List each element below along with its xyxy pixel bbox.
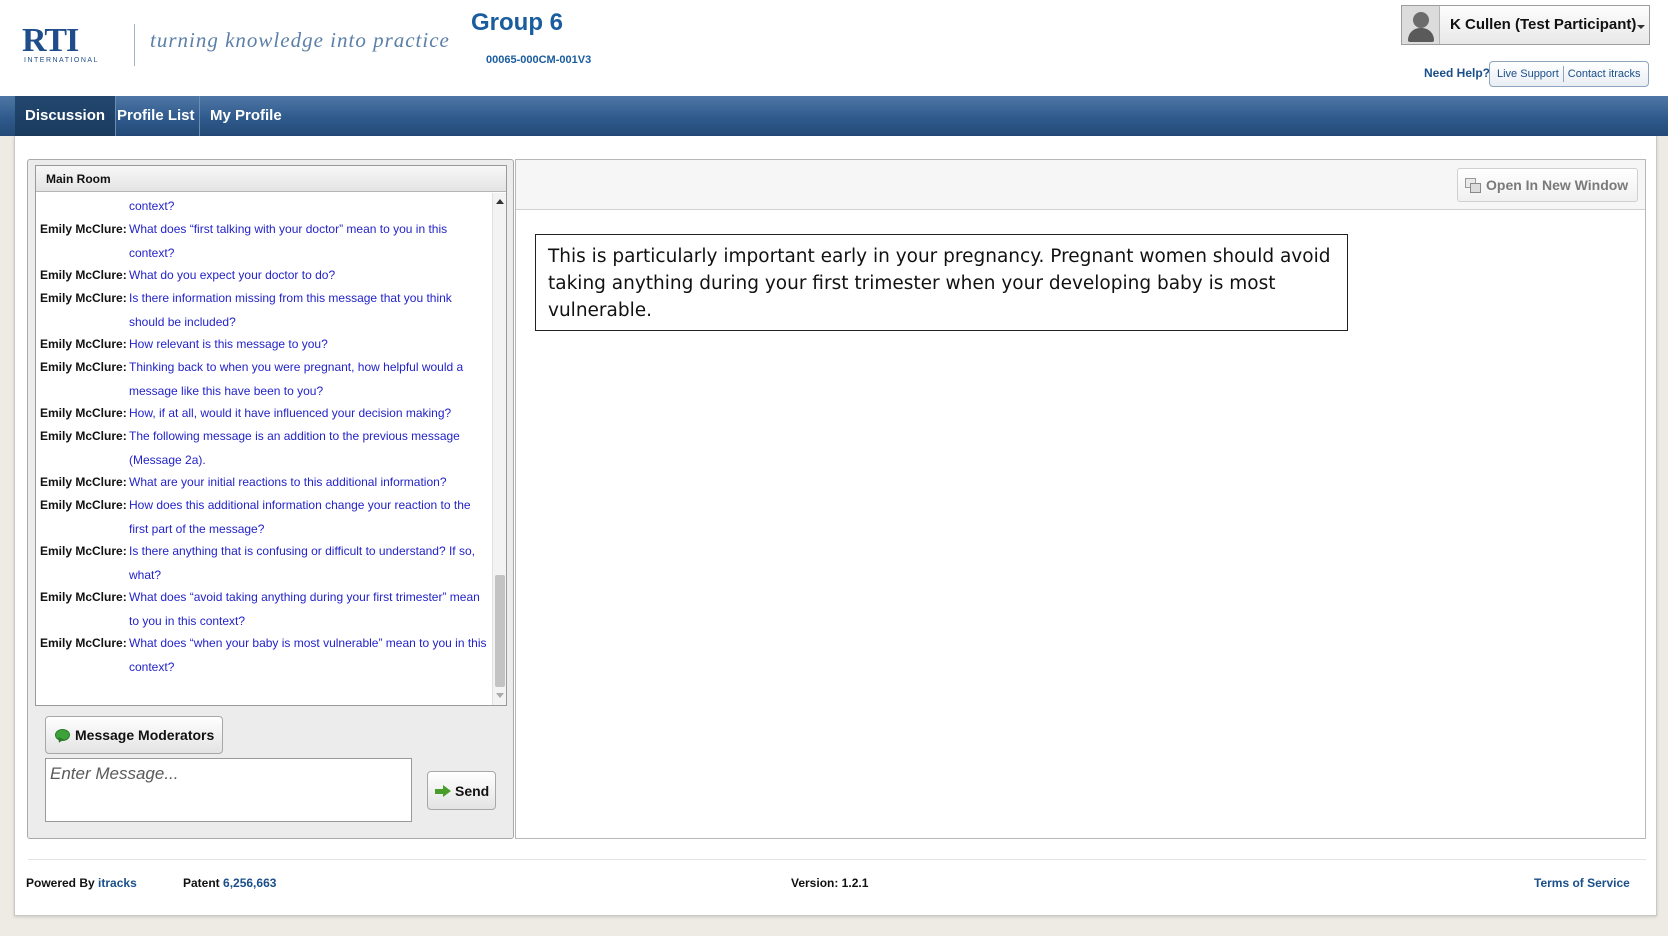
need-help-label: Need Help?: [1424, 66, 1491, 80]
user-name: K Cullen (Test Participant): [1450, 16, 1637, 33]
patent: Patent 6,256,663: [183, 876, 276, 890]
message-author: Emily McClure:: [40, 544, 127, 558]
itracks-link[interactable]: itracks: [98, 876, 137, 890]
message-text: What are your initial reactions to this …: [129, 475, 447, 489]
stimulus-message: This is particularly important early in …: [535, 234, 1348, 331]
open-in-new-window-label: Open In New Window: [1486, 177, 1629, 193]
page: RTI INTERNATIONAL turning knowledge into…: [0, 0, 1668, 936]
message-text: Is there information missing from this m…: [129, 291, 452, 329]
message-input[interactable]: [45, 758, 412, 822]
rti-logo[interactable]: RTI INTERNATIONAL: [22, 22, 120, 65]
scroll-thumb[interactable]: [495, 575, 505, 687]
logo-text: RTI: [22, 22, 79, 59]
footer-divider: [28, 859, 1646, 860]
help-links: Live Support Contact itracks: [1489, 61, 1649, 87]
room-title: Main Room: [46, 172, 111, 186]
message-text: Is there anything that is confusing or d…: [129, 544, 475, 582]
group-code: 00065-000CM-001V3: [486, 54, 592, 66]
message-author: Emily McClure:: [40, 291, 127, 305]
nav-bar: Discussion Profile List My Profile: [0, 96, 1668, 136]
message-author: Emily McClure:: [40, 498, 127, 512]
message-text: How, if at all, would it have influenced…: [129, 406, 452, 420]
tagline: turning knowledge into practice: [150, 28, 450, 52]
message-text: What does “first talking with your docto…: [129, 222, 448, 260]
message-text: How relevant is this message to you?: [129, 337, 328, 351]
avatar: [1402, 6, 1440, 44]
stimulus-panel: Open In New Window This is particularly …: [515, 159, 1646, 839]
patent-label: Patent: [183, 876, 220, 890]
message-moderators-label: Message Moderators: [75, 727, 215, 743]
tab-profile-list[interactable]: Profile List: [107, 96, 205, 136]
contact-itracks-link[interactable]: Contact itracks: [1565, 68, 1644, 80]
arrow-right-icon: [435, 785, 451, 797]
tab-discussion[interactable]: Discussion: [15, 96, 117, 136]
message-author: Emily McClure:: [40, 360, 127, 374]
message-author: Emily McClure:: [40, 636, 127, 650]
user-menu[interactable]: K Cullen (Test Participant): [1401, 5, 1650, 45]
group-title: Group 6: [471, 9, 564, 36]
chevron-down-icon[interactable]: [1637, 25, 1645, 29]
message-list[interactable]: context? Emily McClure: What does “first…: [36, 193, 491, 705]
message-scrollbar[interactable]: [492, 193, 506, 705]
message-text: What do you expect your doctor to do?: [129, 268, 336, 282]
message-author: Emily McClure:: [40, 268, 127, 282]
terms-of-service-link[interactable]: Terms of Service: [1534, 876, 1630, 890]
message-author: Emily McClure:: [40, 475, 127, 489]
message-moderators-button[interactable]: Message Moderators: [45, 716, 223, 754]
chat-room: Main Room context? Emily McClure: What d…: [35, 165, 507, 706]
message-text: The following message is an addition to …: [129, 429, 460, 467]
scroll-down-icon[interactable]: [496, 693, 504, 698]
message-text: How does this additional information cha…: [129, 498, 471, 536]
live-support-link[interactable]: Live Support: [1494, 68, 1562, 80]
help-separator: [1562, 66, 1564, 82]
avatar-head: [1413, 12, 1429, 28]
scroll-up-icon[interactable]: [496, 199, 504, 204]
message-text: context?: [129, 199, 175, 213]
message-author: Emily McClure:: [40, 590, 127, 604]
message-author: Emily McClure:: [40, 406, 127, 420]
logo-divider: [134, 24, 135, 66]
terms-of-service-label: Terms of Service: [1534, 876, 1630, 890]
send-button[interactable]: Send: [427, 771, 496, 810]
message-text: What does “when your baby is most vulner…: [129, 636, 487, 674]
open-in-new-window-button[interactable]: Open In New Window: [1457, 168, 1638, 202]
logo-subtext: INTERNATIONAL: [24, 57, 99, 64]
message-text: Thinking back to when you were pregnant,…: [129, 360, 464, 398]
version: Version: 1.2.1: [791, 876, 869, 890]
avatar-body: [1408, 28, 1434, 42]
room-header: Main Room: [36, 166, 506, 192]
message-author: Emily McClure:: [40, 429, 127, 443]
chat-bubble-icon: [55, 729, 70, 741]
message-text: What does “avoid taking anything during …: [129, 590, 480, 628]
powered-by-label: Powered By: [26, 876, 95, 890]
header: RTI INTERNATIONAL turning knowledge into…: [0, 0, 1668, 96]
patent-link[interactable]: 6,256,663: [223, 876, 276, 890]
tab-my-profile[interactable]: My Profile: [200, 96, 292, 136]
powered-by: Powered By itracks: [26, 876, 137, 890]
new-window-icon: [1465, 178, 1481, 193]
stimulus-toolbar: Open In New Window: [516, 160, 1645, 210]
message-author: Emily McClure:: [40, 337, 127, 351]
message-author: Emily McClure:: [40, 222, 127, 236]
send-label: Send: [455, 783, 490, 799]
